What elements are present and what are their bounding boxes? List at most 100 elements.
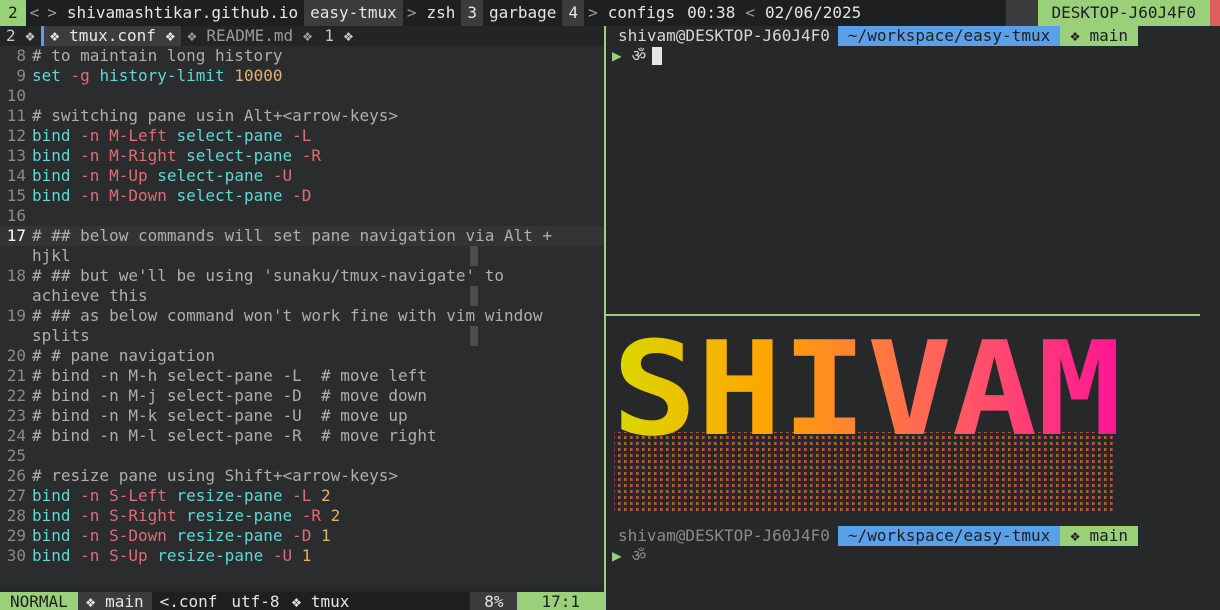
terminal-cursor <box>652 47 663 65</box>
code-line[interactable]: 11 # switching pane usin Alt+<arrow-keys> <box>0 106 604 126</box>
code-line[interactable]: 15 bind -n M-Down select-pane -D <box>0 186 604 206</box>
code-line[interactable]: 24 # bind -n M-l select-pane -R # move ri… <box>0 426 604 446</box>
file-name: <.conf <box>159 592 218 610</box>
mode-indicator: NORMAL <box>0 592 78 610</box>
window-easy-tmux[interactable]: easy-tmux <box>304 0 403 26</box>
window-number-3[interactable]: 3 <box>461 0 483 26</box>
line-number: 10 <box>6 86 26 105</box>
editor-tabline: 2 ❖ ❖ tmux.conf ❖ ❖ README.md ❖ 1 ❖ <box>0 26 604 46</box>
line-text: # ## as below command won't work fine wi… <box>32 306 543 325</box>
code-line[interactable]: 13 bind -n M-Right select-pane -R <box>0 146 604 166</box>
code-line[interactable]: 22 # bind -n M-j select-pane -D # move do… <box>0 386 604 406</box>
line-number: 27 <box>6 486 26 505</box>
window-shivamashtikar[interactable]: shivamashtikar.github.io <box>61 0 304 26</box>
editor-pane[interactable]: 2 ❖ ❖ tmux.conf ❖ ❖ README.md ❖ 1 ❖ 8 # t… <box>0 26 604 610</box>
terminal-pane-top[interactable]: shivam@DESKTOP-J60J4F0 ~/workspace/easy-… <box>606 26 1220 314</box>
clock-time: 00:38 <box>687 3 736 22</box>
wrap-marker <box>470 246 478 266</box>
prompt-symbol: ॐ <box>631 546 647 565</box>
prompt-user: shivam@DESKTOP-J60J4F0 <box>618 526 830 545</box>
code-line[interactable]: 20 # # pane navigation <box>0 346 604 366</box>
code-line[interactable]: 19 # ## as below command won't work fine … <box>0 306 604 326</box>
line-text: # to maintain long history <box>32 46 283 65</box>
code-line[interactable]: 14 bind -n M-Up select-pane -U <box>0 166 604 186</box>
code-line[interactable]: 21 # bind -n M-h select-pane -L # move le… <box>0 366 604 386</box>
shell-prompt-bottom: shivam@DESKTOP-J60J4F0 ~/workspace/easy-… <box>606 526 1220 566</box>
line-text: bind -n M-Down select-pane -D <box>32 186 312 205</box>
chevron-right-icon: > <box>588 3 598 22</box>
tab-buffer-2[interactable]: 2 ❖ <box>0 26 41 46</box>
line-text: # bind -n M-l select-pane -R # move righ… <box>32 426 437 445</box>
line-number: 14 <box>6 166 26 185</box>
window-zsh[interactable]: zsh <box>420 0 461 26</box>
tab-buffer-1[interactable]: 1 ❖ <box>318 26 359 46</box>
bar-spacer <box>1006 0 1038 26</box>
window-configs[interactable]: configs <box>602 0 681 26</box>
line-text: bind -n S-Right resize-pane -R 2 <box>32 506 341 525</box>
line-number: 22 <box>6 386 26 405</box>
code-line[interactable]: 17 # ## below commands will set pane navi… <box>0 226 604 246</box>
code-line[interactable]: 27 bind -n S-Left resize-pane -L 2 <box>0 486 604 506</box>
session-number[interactable]: 2 <box>0 0 26 26</box>
tmux-status-bar: 2 < > shivamashtikar.github.io easy-tmux… <box>0 0 1220 26</box>
line-number: 19 <box>6 306 26 325</box>
code-line[interactable]: 12 bind -n M-Left select-pane -L <box>0 126 604 146</box>
line-text: # bind -n M-k select-pane -U # move up <box>32 406 408 425</box>
code-line[interactable]: 28 bind -n S-Right resize-pane -R 2 <box>0 506 604 526</box>
prompt-arrow-icon: ▶ <box>612 546 622 565</box>
line-number: 18 <box>6 266 26 285</box>
nav-left-icon[interactable]: < <box>26 0 44 26</box>
line-text: # ## below commands will set pane naviga… <box>32 226 553 245</box>
prompt-line[interactable]: ▶ ॐ <box>606 46 1220 66</box>
shell-prompt: shivam@DESKTOP-J60J4F0 ~/workspace/easy-… <box>606 526 1220 546</box>
line-number: 24 <box>6 426 26 445</box>
line-number: 28 <box>6 506 26 525</box>
code-line[interactable]: splits <box>0 326 604 346</box>
tab-tmux-conf[interactable]: ❖ tmux.conf ❖ <box>40 26 182 46</box>
code-line[interactable]: 9 set -g history-limit 10000 <box>0 66 604 86</box>
chevron-left-icon: < <box>745 3 755 22</box>
line-number: 8 <box>16 46 26 65</box>
line-number: 21 <box>6 366 26 385</box>
code-line[interactable]: 18 # ## but we'll be using 'sunaku/tmux-n… <box>0 266 604 286</box>
line-number: 29 <box>6 526 26 545</box>
cursor-position: 17:1 <box>517 592 604 610</box>
line-number: 11 <box>6 106 26 125</box>
editor-statusline: NORMAL ❖ main <.conf utf-8 ❖ tmux 8% 17:… <box>0 592 604 610</box>
line-number <box>0 286 32 306</box>
file-encoding: utf-8 <box>231 592 280 610</box>
code-line[interactable]: achieve this <box>0 286 604 306</box>
code-line[interactable]: 30 bind -n S-Up resize-pane -U 1 <box>0 546 604 566</box>
code-line[interactable]: 8 # to maintain long history <box>0 46 604 66</box>
code-line[interactable]: 23 # bind -n M-k select-pane -U # move up <box>0 406 604 426</box>
code-line[interactable]: 16 <box>0 206 604 226</box>
code-line[interactable]: hjkl <box>0 246 604 266</box>
code-line[interactable]: 29 bind -n S-Down resize-pane -D 1 <box>0 526 604 546</box>
window-number-4[interactable]: 4 <box>562 0 585 26</box>
wrap-marker <box>470 286 478 306</box>
line-text: bind -n M-Right select-pane -R <box>32 146 322 165</box>
tab-readme[interactable]: ❖ README.md ❖ <box>181 26 318 46</box>
git-branch: ❖ main <box>77 592 152 610</box>
date: 02/06/2025 <box>764 3 862 22</box>
chevron-right-icon: > <box>406 3 417 22</box>
line-number: 15 <box>6 186 26 205</box>
line-text: bind -n M-Up select-pane -U <box>32 166 293 185</box>
line-text: bind -n S-Left resize-pane -L 2 <box>32 486 331 505</box>
line-number: 16 <box>6 206 26 225</box>
prompt-line[interactable]: ▶ ॐ <box>606 546 1220 566</box>
line-text: # bind -n M-h select-pane -L # move left <box>32 366 427 385</box>
line-text: achieve this <box>32 286 148 305</box>
window-garbage[interactable]: garbage <box>483 0 562 26</box>
tmux-indicator: ❖ tmux <box>291 592 350 610</box>
shell-prompt: shivam@DESKTOP-J60J4F0 ~/workspace/easy-… <box>606 26 1220 46</box>
code-line[interactable]: 25 <box>0 446 604 466</box>
chevron-right-icon: > <box>47 3 57 22</box>
code-line[interactable]: 26 # resize pane using Shift+<arrow-keys> <box>0 466 604 486</box>
line-text: hjkl <box>32 246 71 265</box>
code-area[interactable]: 8 # to maintain long history 9 set -g histo… <box>0 46 604 566</box>
code-line[interactable]: 10 <box>0 86 604 106</box>
prompt-branch: ❖ main <box>1060 26 1139 46</box>
terminal-pane-bottom[interactable]: SHIVAM shivam@DESKTOP-J60J4F0 ~/workspac… <box>606 316 1220 610</box>
line-text: # # pane navigation <box>32 346 216 365</box>
